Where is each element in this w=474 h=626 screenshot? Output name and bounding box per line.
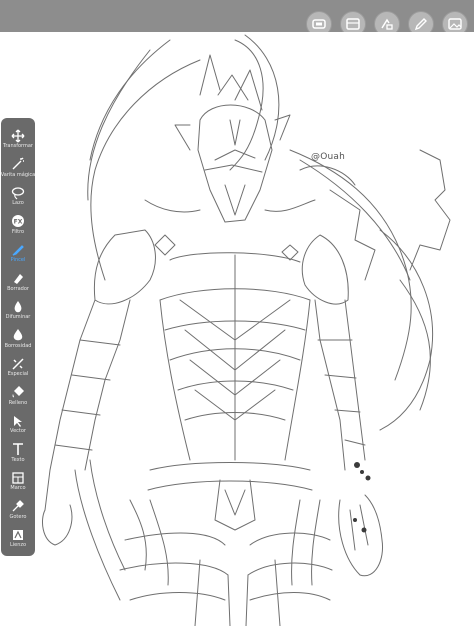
tool-label: Borrosidad: [4, 342, 32, 349]
tool-difuminar[interactable]: Difuminar: [1, 299, 35, 328]
vector-icon: [10, 413, 26, 428]
tool-especial[interactable]: Especial: [1, 356, 35, 385]
fill-icon: [10, 385, 26, 400]
tool-label: Pincel: [10, 257, 26, 263]
smudge-icon: [10, 299, 26, 314]
tool-pincel[interactable]: Pincel: [1, 242, 35, 271]
svg-text:FX: FX: [14, 219, 23, 226]
tool-label: Lazo: [12, 200, 24, 206]
drawing-canvas[interactable]: @Ouah: [0, 32, 474, 626]
tool-borrosidad[interactable]: Borrosidad: [1, 328, 35, 357]
tool-sidebar: Transformar Varita mágica Lazo FX Filtro…: [1, 118, 35, 556]
tool-texto[interactable]: Texto: [1, 442, 35, 471]
brush-icon: [10, 242, 26, 257]
tool-label: Texto: [11, 456, 25, 463]
tool-label: Varita mágica: [0, 171, 36, 178]
tool-marco[interactable]: Marco: [1, 470, 35, 499]
magic-wand-icon: [10, 157, 26, 172]
tool-label: Lienzo: [9, 542, 27, 548]
eraser-icon: [10, 271, 26, 286]
tool-lazo[interactable]: Lazo: [1, 185, 35, 214]
tool-gotero[interactable]: Gotero: [1, 499, 35, 528]
lasso-icon: [10, 185, 26, 200]
text-icon: [10, 442, 26, 457]
tool-label: Relleno: [8, 399, 28, 406]
tool-label: Gotero: [9, 513, 27, 520]
tool-lienzo[interactable]: Lienzo: [1, 527, 35, 556]
tool-varita[interactable]: Varita mágica: [1, 157, 35, 186]
tool-label: Difuminar: [5, 314, 31, 320]
tool-label: Transformar: [3, 143, 33, 149]
tool-label: Vector: [10, 428, 26, 434]
tool-label: Filtro: [11, 228, 25, 235]
tool-borrador[interactable]: Borrador: [1, 271, 35, 300]
tool-label: Borrador: [7, 285, 29, 292]
tool-label: Especial: [7, 371, 29, 377]
sketch-artwork: [42, 34, 451, 626]
top-bar: [0, 0, 474, 37]
tool-relleno[interactable]: Relleno: [1, 385, 35, 414]
artist-signature: @Ouah: [311, 152, 346, 162]
canvas-icon: [10, 527, 26, 542]
tool-filtro[interactable]: FX Filtro: [1, 214, 35, 243]
special-icon: [10, 356, 26, 371]
blur-icon: [10, 328, 26, 343]
fx-icon: FX: [10, 214, 26, 229]
frame-icon: [10, 470, 26, 485]
tool-vector[interactable]: Vector: [1, 413, 35, 442]
eyedropper-icon: [10, 499, 26, 514]
move-icon: [10, 128, 26, 143]
tool-label: Marco: [10, 485, 26, 491]
tool-transformar[interactable]: Transformar: [1, 128, 35, 157]
